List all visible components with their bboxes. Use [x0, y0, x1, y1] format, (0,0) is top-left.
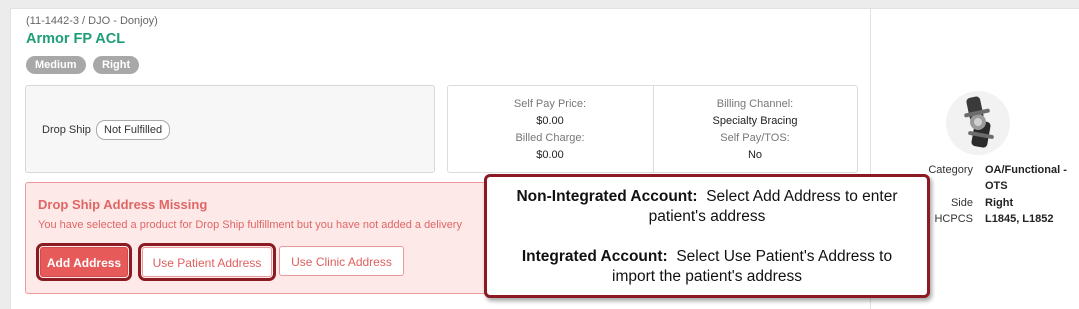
product-image[interactable]	[946, 91, 1010, 155]
category-label: Category	[928, 164, 973, 176]
integrated-text-2: import the patient's address	[612, 268, 802, 285]
self-pay-price-label: Self Pay Price:	[513, 98, 587, 110]
size-badge: Medium	[26, 56, 86, 74]
callout-line-1: Non-Integrated Account: Select Add Addre…	[487, 187, 927, 207]
billing-channel-label: Billing Channel:	[716, 98, 794, 110]
use-clinic-address-button[interactable]: Use Clinic Address	[279, 246, 404, 276]
knee-brace-icon	[964, 96, 994, 148]
non-integrated-heading: Non-Integrated Account:	[516, 188, 698, 205]
product-name[interactable]: Armor FP ACL	[26, 31, 125, 47]
side-badge: Right	[93, 56, 140, 74]
integrated-heading: Integrated Account:	[521, 248, 668, 265]
alert-title: Drop Ship Address Missing	[38, 197, 208, 212]
non-integrated-text-2: patient's address	[648, 208, 766, 225]
hcpcs-label: HCPCS	[934, 213, 973, 225]
pricing-divider	[653, 86, 654, 172]
fulfillment-status-badge: Not Fulfilled	[96, 120, 171, 140]
alert-message: You have selected a product for Drop Shi…	[38, 219, 462, 231]
side-label: Side	[950, 197, 973, 209]
category-value-line-1: OA/Functional -	[985, 164, 1067, 176]
billed-charge-label: Billed Charge:	[515, 132, 585, 144]
add-address-button[interactable]: Add Address	[36, 243, 132, 281]
non-integrated-text-1: Select Add Address to enter	[706, 188, 898, 205]
hcpcs-value: L1845, L1852	[985, 213, 1054, 225]
integrated-text-1: Select Use Patient's Address to	[676, 248, 893, 265]
use-patient-address-button[interactable]: Use Patient Address	[138, 243, 276, 281]
billed-charge-value: $0.00	[536, 149, 564, 161]
fulfillment-label: Drop Ship	[42, 124, 91, 136]
instruction-callout: Non-Integrated Account: Select Add Addre…	[484, 174, 930, 298]
self-pay-price-value: $0.00	[536, 115, 564, 127]
side-value: Right	[985, 197, 1014, 209]
product-subtitle: (11-1442-3 / DJO - Donjoy)	[26, 15, 158, 27]
category-value-line-2: OTS	[985, 180, 1008, 192]
self-pay-tos-value: No	[747, 149, 763, 161]
callout-line-3: Integrated Account: Select Use Patient's…	[487, 247, 927, 267]
self-pay-tos-label: Self Pay/TOS:	[720, 132, 790, 144]
billing-channel-value: Specialty Bracing	[712, 115, 798, 127]
